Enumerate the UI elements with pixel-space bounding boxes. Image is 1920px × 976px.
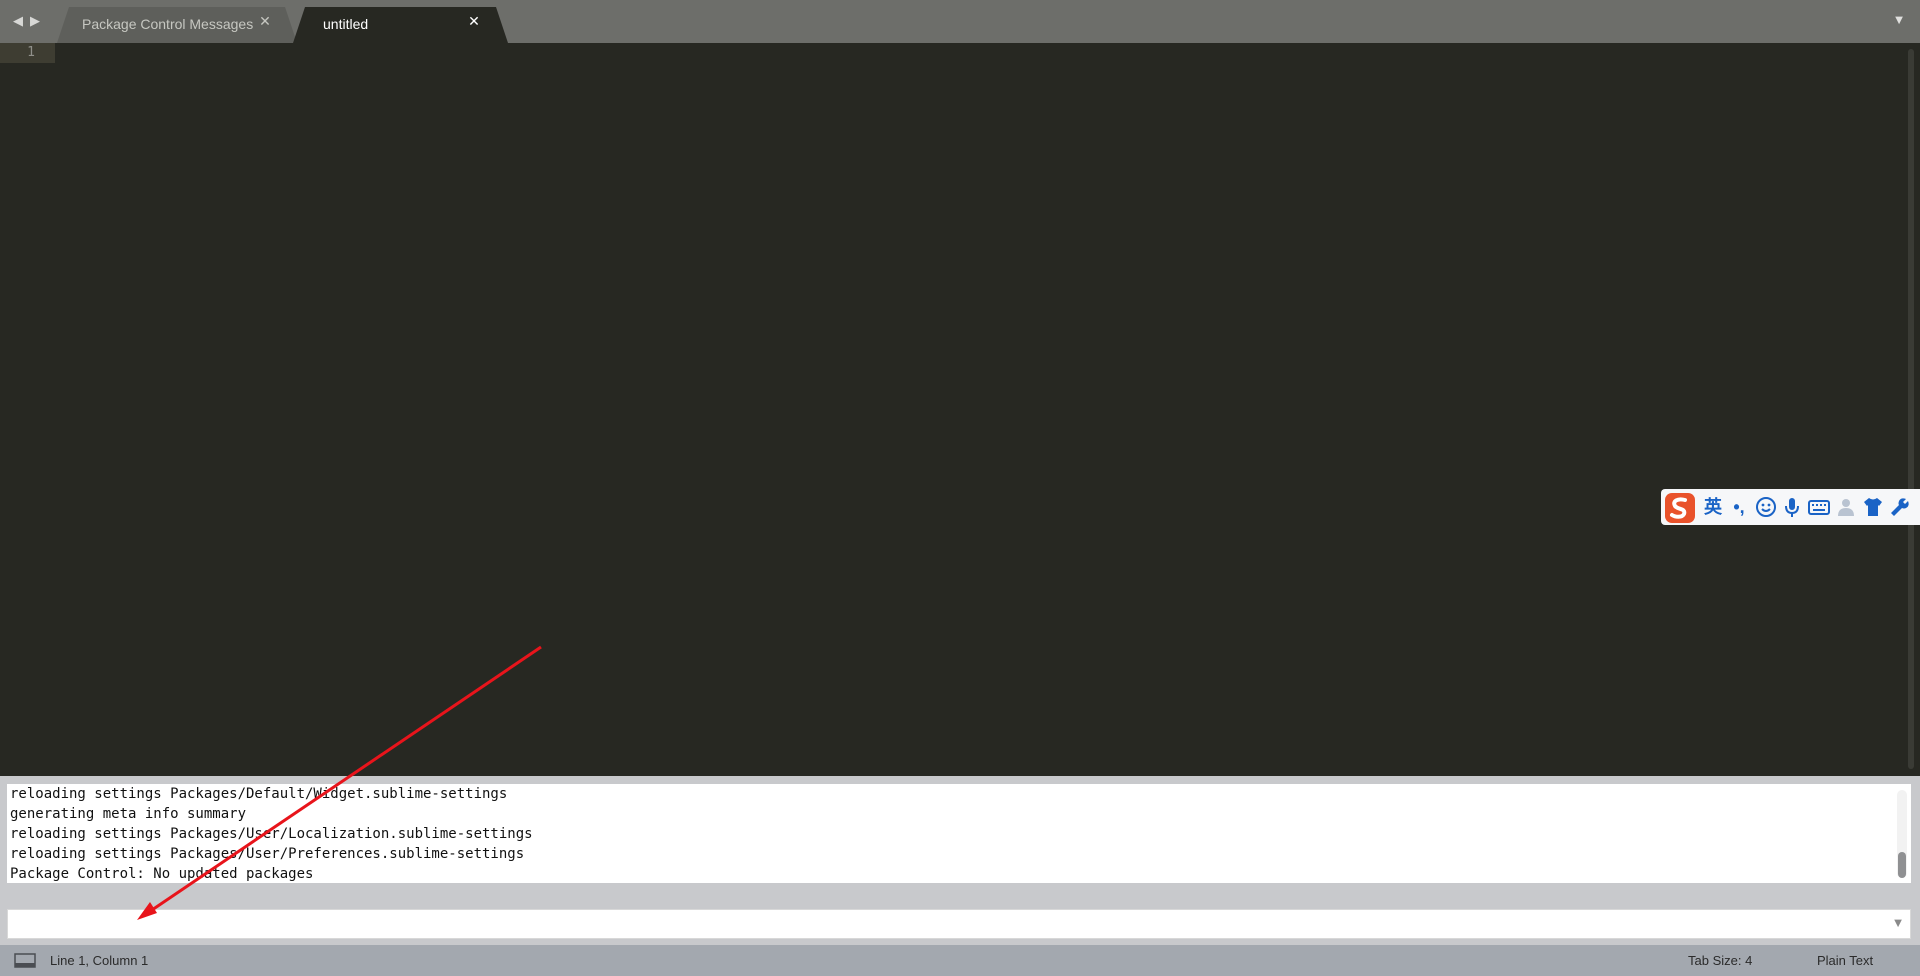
console-line: generating meta info summary bbox=[10, 806, 247, 822]
ime-punctuation-toggle[interactable]: •, bbox=[1727, 495, 1751, 519]
console-line: Package Control: No updated packages bbox=[10, 866, 314, 882]
close-icon[interactable]: ✕ bbox=[466, 13, 482, 29]
console-input[interactable] bbox=[7, 909, 1911, 939]
ime-language-toggle[interactable]: 英 bbox=[1701, 495, 1725, 519]
wrench-icon[interactable] bbox=[1888, 495, 1912, 519]
keyboard-icon[interactable] bbox=[1807, 495, 1831, 519]
console-line: reloading settings Packages/Default/Widg… bbox=[10, 786, 508, 802]
status-bar: Line 1, Column 1 Tab Size: 4 Plain Text bbox=[0, 945, 1920, 976]
console-line: reloading settings Packages/User/Localiz… bbox=[10, 826, 533, 842]
tab-untitled[interactable]: untitled ✕ bbox=[293, 7, 508, 43]
triangle-right-icon[interactable]: ▶ bbox=[28, 13, 42, 29]
editor-area[interactable]: 1 bbox=[0, 43, 1920, 776]
tab-bar: ◀ ▶ Package Control Messages ✕ untitled … bbox=[0, 0, 1920, 43]
tab-package-control-messages[interactable]: Package Control Messages ✕ bbox=[57, 7, 297, 43]
triangle-down-icon[interactable]: ▼ bbox=[1890, 915, 1906, 931]
console-line: reloading settings Packages/User/Prefere… bbox=[10, 846, 525, 862]
cursor-position: Line 1, Column 1 bbox=[50, 953, 149, 968]
tab-label: Package Control Messages bbox=[82, 16, 254, 32]
close-icon[interactable]: ✕ bbox=[257, 13, 273, 29]
syntax-selector[interactable]: Plain Text bbox=[1817, 953, 1873, 968]
emoji-icon[interactable] bbox=[1754, 495, 1778, 519]
ime-toolbar: 英 •, bbox=[1661, 489, 1920, 525]
triangle-down-icon[interactable]: ▼ bbox=[1892, 13, 1906, 27]
sogou-logo-icon[interactable] bbox=[1663, 491, 1697, 525]
microphone-icon[interactable] bbox=[1780, 495, 1804, 519]
console-scroll-thumb[interactable] bbox=[1898, 852, 1906, 878]
triangle-left-icon[interactable]: ◀ bbox=[11, 13, 25, 29]
panel-toggle-icon[interactable] bbox=[14, 953, 36, 968]
console-scrollbar[interactable] bbox=[1897, 790, 1907, 878]
skin-shirt-icon[interactable] bbox=[1861, 495, 1885, 519]
editor-scrollbar[interactable] bbox=[1908, 49, 1914, 769]
tab-label: untitled bbox=[323, 16, 369, 32]
line-number: 1 bbox=[27, 45, 35, 60]
console-panel: reloading settings Packages/Default/Widg… bbox=[0, 776, 1920, 945]
console-output[interactable]: reloading settings Packages/Default/Widg… bbox=[7, 784, 1911, 883]
tab-size-selector[interactable]: Tab Size: 4 bbox=[1688, 953, 1752, 968]
user-icon[interactable] bbox=[1834, 495, 1858, 519]
